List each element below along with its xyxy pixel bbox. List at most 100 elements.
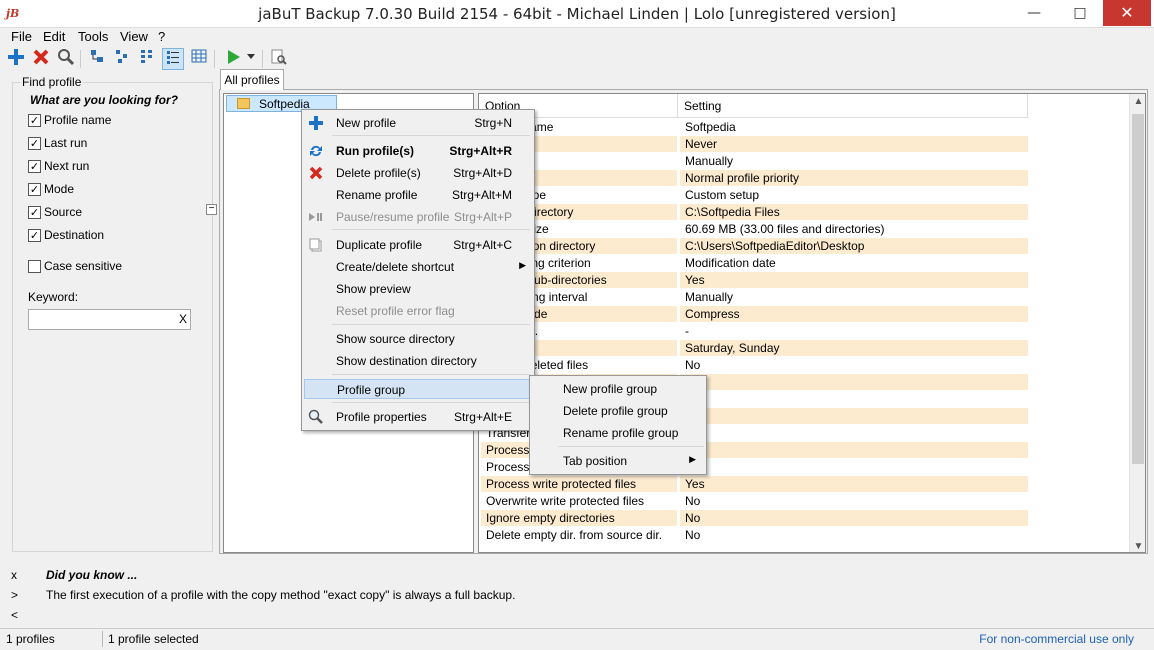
list-icon[interactable]	[136, 48, 158, 70]
next-tip-button[interactable]: >	[11, 588, 18, 602]
search-icon[interactable]	[55, 48, 77, 70]
menu-item-pause-resume[interactable]: Pause/resume profile Strg+Alt+P	[304, 207, 532, 227]
table-row[interactable]: Profile nameSoftpedia	[479, 119, 1029, 136]
setting-cell: Custom setup	[685, 188, 760, 202]
setting-cell	[680, 391, 1028, 407]
table-row[interactable]: Source size60.69 MB (33.00 files and dir…	[479, 221, 1029, 238]
submenu-new-profile-group[interactable]: New profile group	[532, 379, 704, 399]
setting-cell	[680, 459, 1028, 475]
table-row[interactable]: Next runManually	[479, 153, 1029, 170]
menu-item-shortcut: Strg+Alt+E	[453, 410, 512, 424]
table-row[interactable]: Run at ...Saturday, Sunday	[479, 340, 1029, 357]
menu-item-show-source-dir[interactable]: Show source directory	[304, 329, 532, 349]
checkbox-box[interactable]: ✓	[28, 183, 41, 196]
run-icon[interactable]	[222, 48, 244, 70]
delete-icon[interactable]	[30, 48, 52, 70]
menu-item-delete-profiles[interactable]: Delete profile(s) Strg+Alt+D	[304, 163, 532, 183]
table-row[interactable]: Process write protected files Yes	[479, 476, 1029, 493]
menu-edit[interactable]: Edit	[43, 29, 65, 44]
table-row[interactable]: Last runNever	[479, 136, 1029, 153]
license-link[interactable]: For non-commercial use only	[979, 632, 1134, 646]
menu-separator	[332, 229, 530, 230]
table-row[interactable]: Run on ...-	[479, 323, 1029, 340]
preview-icon[interactable]	[268, 48, 290, 70]
grid-icon[interactable]	[188, 48, 210, 70]
menu-tools[interactable]: Tools	[78, 29, 108, 44]
table-row[interactable]: Delete deleted files No	[479, 357, 1029, 374]
setting-cell: No	[685, 358, 701, 372]
checkbox-box[interactable]: ✓	[28, 160, 41, 173]
menu-file[interactable]: File	[11, 29, 32, 44]
table-row[interactable]: Destination directory C:\Users\SoftpediaE…	[479, 238, 1029, 255]
menu-item-reset-error-flag[interactable]: Reset profile error flag	[304, 301, 532, 321]
setting-cell: C:\Users\SoftpediaEditor\Desktop	[680, 238, 1028, 254]
details-icon[interactable]	[162, 48, 184, 70]
column-header-setting[interactable]: Setting	[678, 94, 1028, 118]
menu-bar: File Edit Tools View ?	[0, 28, 1154, 46]
setting-cell: Yes	[680, 476, 1028, 492]
status-divider	[102, 631, 103, 647]
table-row[interactable]: Delete empty dir. from source dir. No	[479, 527, 1029, 544]
table-row[interactable]: Source directoryC:\Softpedia Files	[479, 204, 1029, 221]
menu-item-show-preview[interactable]: Show preview	[304, 279, 532, 299]
pause-icon	[308, 209, 324, 225]
menu-item-profile-group[interactable]: Profile group	[304, 379, 532, 399]
checkbox-box[interactable]	[28, 260, 41, 273]
toolbar	[0, 46, 1154, 72]
table-row[interactable]: Copy modeCompress	[479, 306, 1029, 323]
checkbox-box[interactable]: ✓	[28, 229, 41, 242]
maximize-button[interactable]: □	[1057, 0, 1103, 26]
menu-item-label: Pause/resume profile	[336, 210, 450, 224]
close-button[interactable]: ✕	[1103, 0, 1151, 26]
setting-cell	[680, 408, 1028, 424]
small-icons-icon[interactable]	[111, 48, 133, 70]
submenu-delete-profile-group[interactable]: Delete profile group	[532, 401, 704, 421]
add-icon[interactable]	[5, 48, 27, 70]
minimize-button[interactable]: —	[1011, 0, 1057, 26]
table-row[interactable]: Profile typeCustom setup	[479, 187, 1029, 204]
menu-item-label: Delete profile(s)	[336, 166, 421, 180]
keyword-input[interactable]: X	[28, 309, 191, 330]
vertical-scrollbar[interactable]: ▲ ▼	[1129, 94, 1145, 552]
checkbox-label: Profile name	[44, 113, 112, 127]
table-row[interactable]: Ignore empty directories No	[479, 510, 1029, 527]
scroll-up-icon[interactable]: ▲	[1130, 96, 1145, 107]
window-title: jaBuT Backup 7.0.30 Build 2154 - 64bit -…	[258, 5, 896, 23]
scroll-down-icon[interactable]: ▼	[1130, 541, 1145, 552]
checkbox-label: Case sensitive	[44, 259, 123, 273]
menu-item-duplicate-profile[interactable]: Duplicate profile Strg+Alt+C	[304, 235, 532, 255]
table-row[interactable]: Comparing criterion Modification date	[479, 255, 1029, 272]
menu-item-rename-profile[interactable]: Rename profile Strg+Alt+M	[304, 185, 532, 205]
prev-tip-button[interactable]: <	[11, 608, 18, 622]
submenu-tab-position[interactable]: Tab position ▶	[532, 451, 704, 471]
menu-help[interactable]: ?	[158, 29, 165, 44]
menu-item-label: Run profile(s)	[336, 144, 414, 158]
table-row[interactable]: Overwrite write protected files No	[479, 493, 1029, 510]
menu-item-run-profiles[interactable]: Run profile(s) Strg+Alt+R	[304, 141, 532, 161]
clear-keyword-button[interactable]: X	[179, 312, 187, 326]
checkbox-box[interactable]: ✓	[28, 137, 41, 150]
close-tip-button[interactable]: x	[11, 568, 17, 582]
submenu-rename-profile-group[interactable]: Rename profile group	[532, 423, 704, 443]
table-row[interactable]: PriorityNormal profile priority	[479, 170, 1029, 187]
menu-item-create-delete-shortcut[interactable]: Create/delete shortcut ▶	[304, 257, 532, 277]
checkbox-box[interactable]: ✓	[28, 206, 41, 219]
setting-cell: No	[685, 494, 701, 508]
checkbox-box[interactable]: ✓	[28, 114, 41, 127]
table-row[interactable]: Scheduling interval Manually	[479, 289, 1029, 306]
status-selection: 1 profile selected	[108, 632, 199, 646]
menu-item-profile-properties[interactable]: Profile properties Strg+Alt+E	[304, 407, 532, 427]
table-row[interactable]: Include sub-directories Yes	[479, 272, 1029, 289]
submenu-item-label: New profile group	[563, 382, 658, 396]
menu-item-new-profile[interactable]: New profile Strg+N	[304, 113, 532, 133]
menu-item-show-destination-dir[interactable]: Show destination directory	[304, 351, 532, 371]
scrollbar-thumb[interactable]	[1132, 114, 1144, 464]
keyword-label: Keyword:	[28, 290, 79, 304]
tree-view-icon[interactable]	[86, 48, 108, 70]
menu-item-shortcut: Strg+Alt+M	[451, 188, 512, 202]
collapse-panel-button[interactable]: −	[206, 204, 217, 215]
dropdown-icon[interactable]	[244, 48, 258, 70]
menu-view[interactable]: View	[120, 29, 148, 44]
settings-grid[interactable]: Option Setting Profile nameSoftpediaLast…	[478, 93, 1146, 553]
tab-all-profiles[interactable]: All profiles	[220, 69, 284, 90]
